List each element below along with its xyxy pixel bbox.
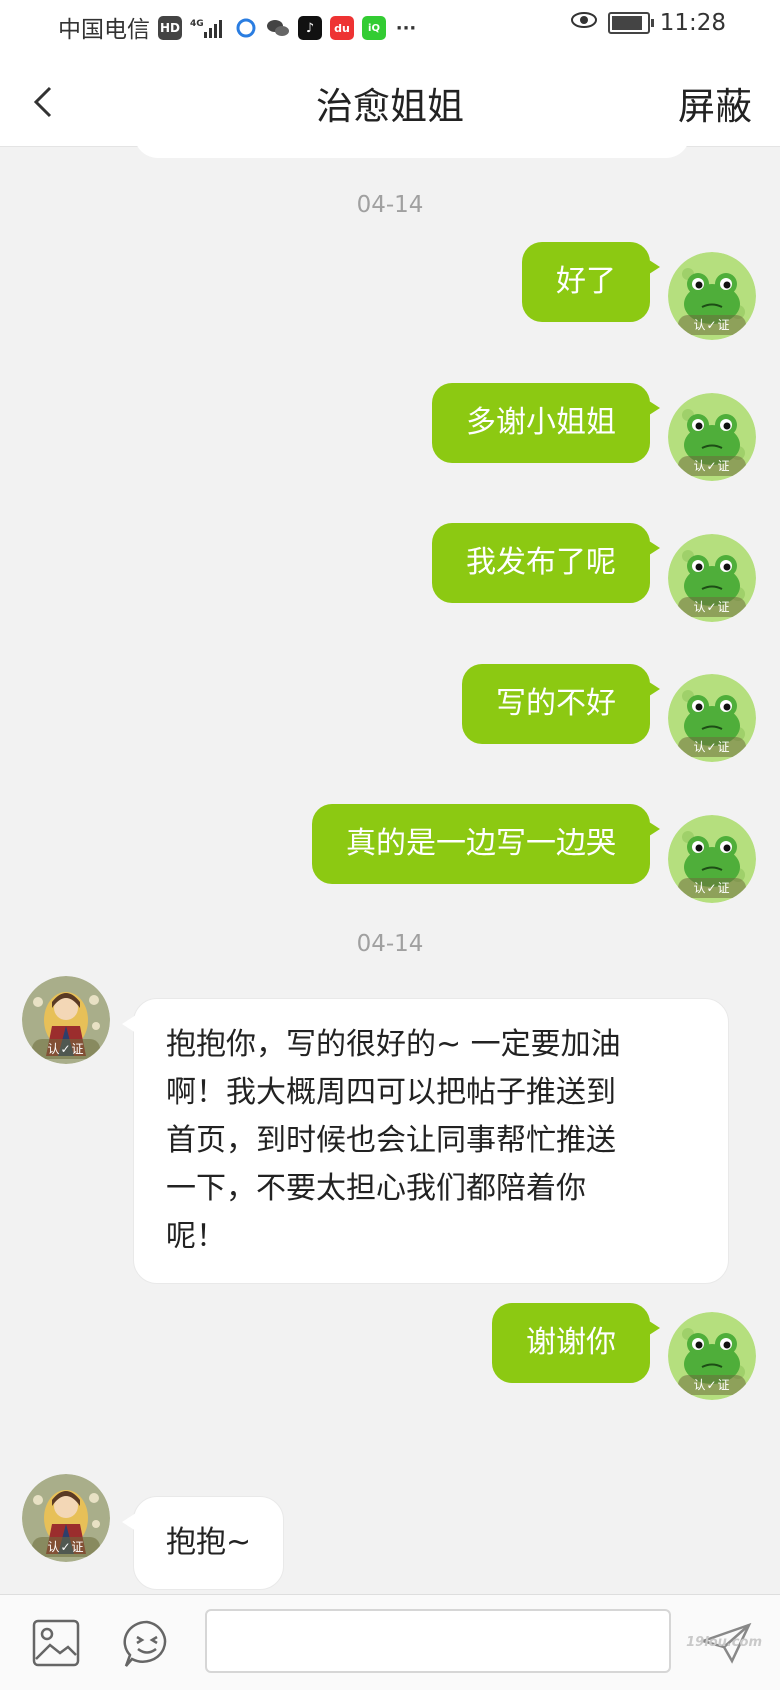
timestamp: 04-14	[356, 931, 424, 957]
image-icon	[32, 1619, 80, 1667]
image-button[interactable]	[32, 1619, 80, 1667]
verified-badge: 认✓证	[678, 1375, 746, 1395]
block-button[interactable]: 屏蔽	[678, 76, 752, 130]
message-bubble-out[interactable]: 好了	[522, 242, 660, 322]
contact-name: 治愈姐姐	[316, 85, 464, 128]
verified-badge: 认✓证	[678, 878, 746, 898]
tiktok-icon: ♪	[298, 16, 322, 40]
browser-icon	[234, 16, 258, 40]
hd-icon: HD	[158, 16, 182, 40]
iqiyi-icon: iQ	[362, 16, 386, 40]
message-line: 啊！我大概周四可以把帖子推送到	[166, 1075, 616, 1110]
clock: 11:28	[659, 10, 726, 36]
emoji-icon	[123, 1620, 167, 1667]
previous-message-bubble	[134, 126, 690, 158]
message-line: 一下，不要太担心我们都陪着你	[166, 1171, 586, 1206]
avatar[interactable]: 认✓证	[668, 1312, 756, 1400]
status-icons: HD 4G ♪ du iQ ···	[158, 13, 418, 43]
message-bubble-in[interactable]: 抱抱你，写的很好的~ 一定要加油 啊！我大概周四可以把帖子推送到 首页，到时候也…	[122, 998, 729, 1284]
avatar[interactable]: 认✓证	[668, 534, 756, 622]
message-line: 抱抱你，写的很好的~ 一定要加油	[166, 1027, 621, 1062]
avatar[interactable]: 认✓证	[668, 674, 756, 762]
status-right: 11:28	[570, 10, 726, 36]
avatar[interactable]: 认✓证	[22, 1474, 110, 1562]
verified-badge: 认✓证	[678, 315, 746, 335]
carrier-label: 中国电信	[58, 17, 150, 43]
message-bubble-out[interactable]: 我发布了呢	[432, 523, 660, 603]
verified-badge: 认✓证	[32, 1537, 100, 1557]
verified-badge: 认✓证	[678, 597, 746, 617]
avatar[interactable]: 认✓证	[668, 815, 756, 903]
status-bar: 中国电信 HD 4G ♪ du iQ ··· 11:28	[0, 0, 780, 58]
eye-icon	[570, 10, 598, 36]
message-line: 呢！	[166, 1219, 226, 1254]
avatar[interactable]: 认✓证	[668, 252, 756, 340]
map-icon: du	[330, 16, 354, 40]
more-icon: ···	[395, 17, 417, 39]
message-input[interactable]	[205, 1609, 671, 1673]
battery-icon	[607, 12, 654, 34]
avatar[interactable]: 认✓证	[668, 393, 756, 481]
watermark: 19lou.com	[686, 1635, 762, 1650]
verified-badge: 认✓证	[32, 1039, 100, 1059]
message-bubble-out[interactable]: 多谢小姐姐	[432, 383, 660, 463]
message-line: 首页，到时候也会让同事帮忙推送	[166, 1123, 616, 1158]
avatar[interactable]: 认✓证	[22, 976, 110, 1064]
verified-badge: 认✓证	[678, 456, 746, 476]
signal-icon: 4G	[190, 16, 226, 40]
message-bubble-in[interactable]: 抱抱~	[121, 1496, 285, 1590]
verified-badge: 认✓证	[678, 737, 746, 757]
emoji-button[interactable]	[122, 1619, 172, 1669]
svg-text:4G: 4G	[190, 19, 204, 29]
timestamp: 04-14	[356, 192, 424, 218]
input-bar: 19lou.com	[0, 1594, 780, 1690]
message-bubble-out[interactable]: 谢谢你	[492, 1303, 660, 1383]
wechat-icon	[266, 16, 290, 40]
message-bubble-out[interactable]: 真的是一边写一边哭	[312, 804, 660, 884]
message-bubble-out[interactable]: 写的不好	[462, 664, 660, 744]
